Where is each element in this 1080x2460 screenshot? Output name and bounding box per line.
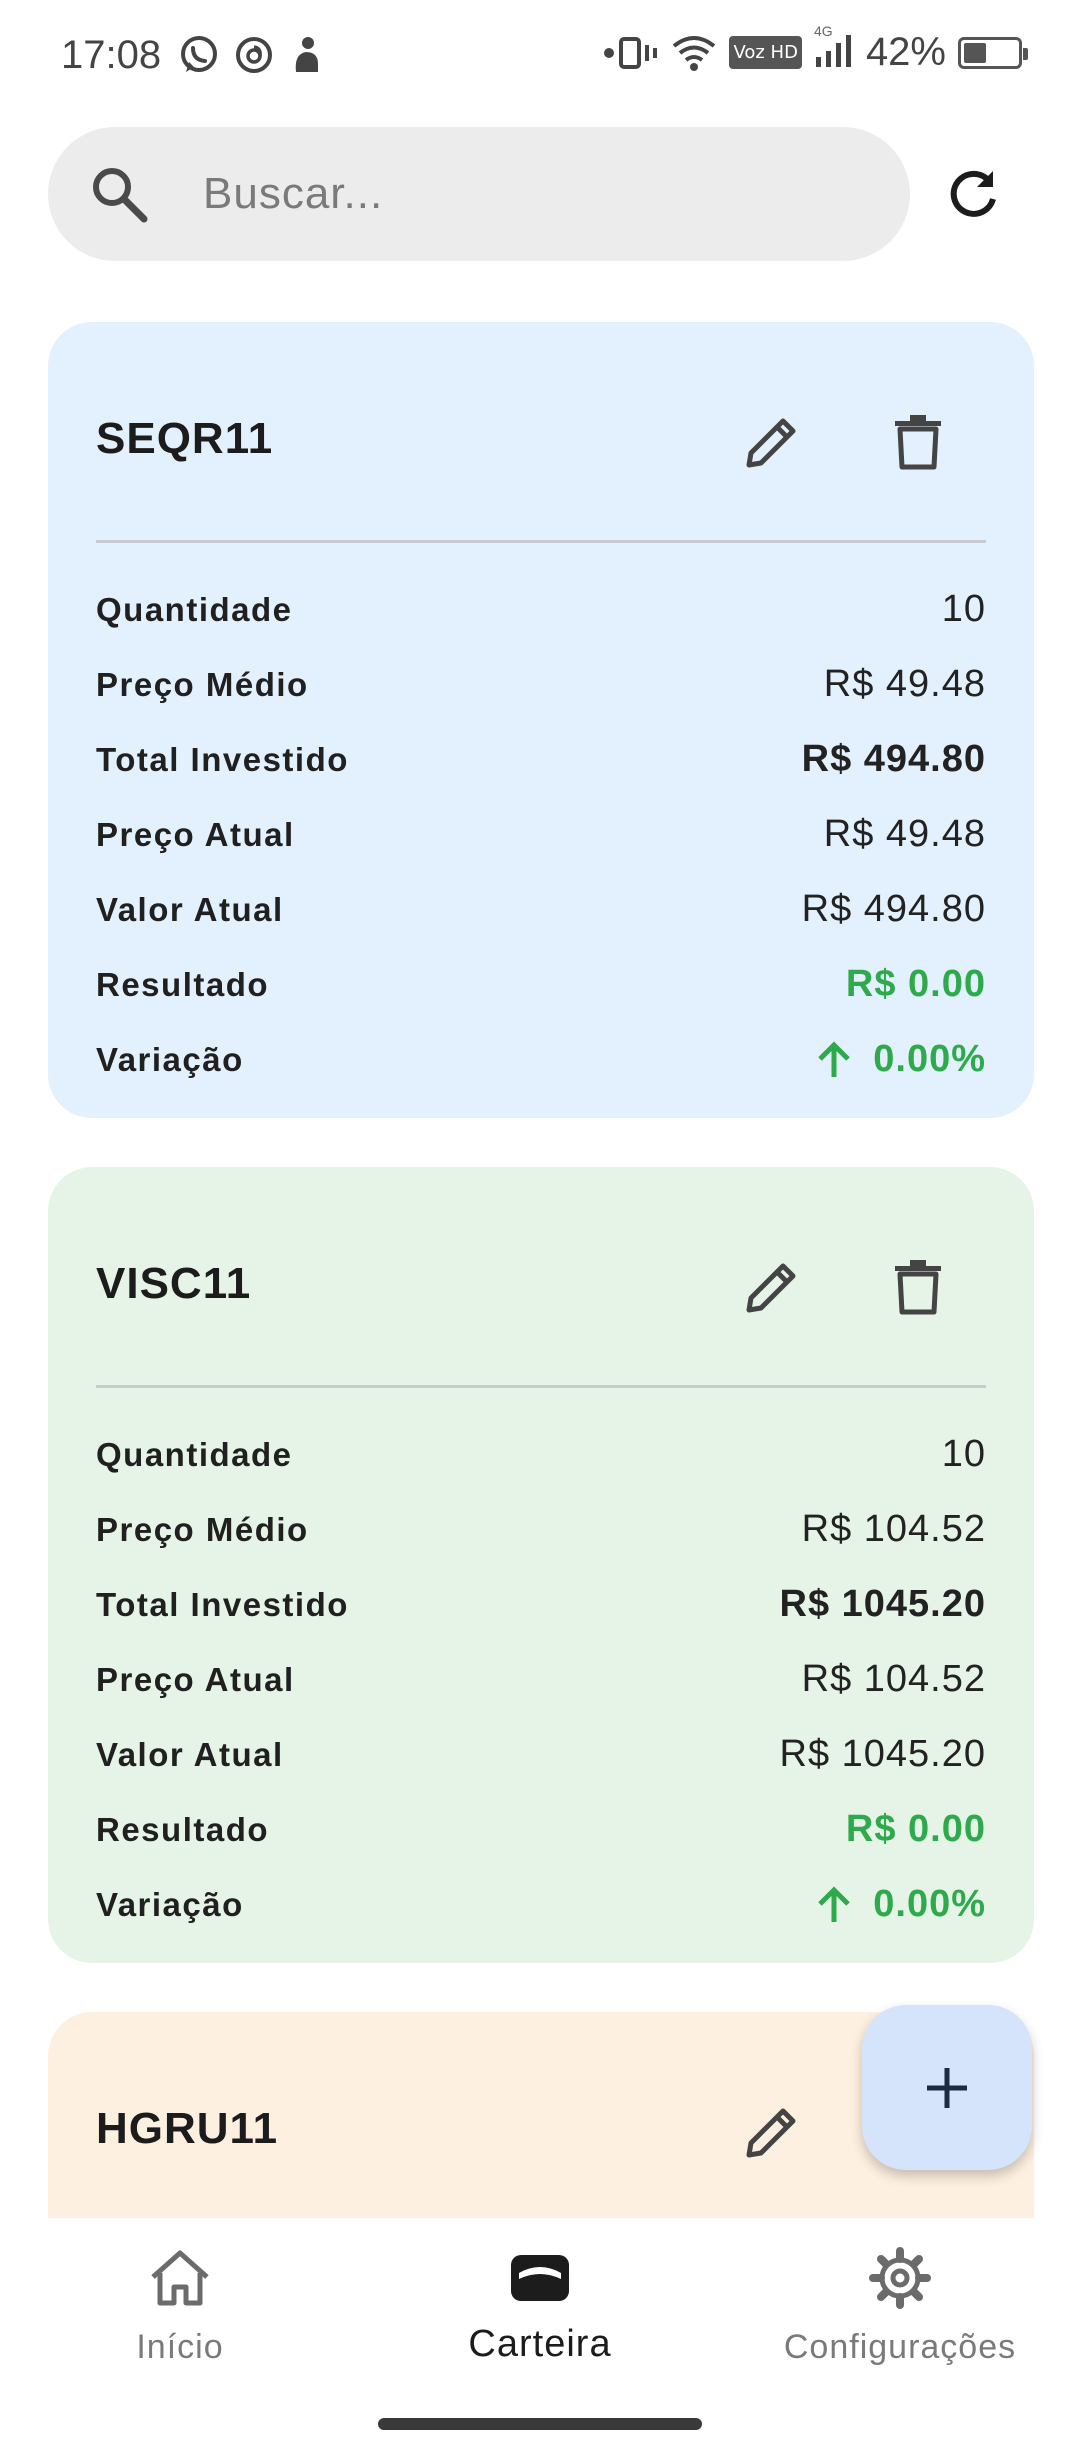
add-asset-button[interactable] [862, 2005, 1032, 2170]
wallet-icon [505, 2243, 575, 2313]
row-label: Quantidade [96, 590, 293, 628]
row-value: R$ 49.48 [823, 663, 986, 705]
row-value: 10 [941, 1433, 986, 1475]
row-label: Resultado [96, 1810, 270, 1848]
battery-percent: 42% [865, 30, 946, 74]
signal-icon: 4G [814, 23, 854, 74]
row-total-invested: Total Investido R$ 494.80 [96, 722, 986, 797]
row-label: Valor Atual [96, 890, 284, 928]
trash-icon [895, 415, 941, 470]
volte-badge: Voz HD [729, 36, 802, 69]
nav-item-carteira[interactable]: Carteira [360, 2218, 720, 2398]
row-value: R$ 1045.20 [779, 1583, 986, 1625]
plus-icon [927, 2067, 967, 2108]
row-result: Resultado R$ 0.00 [96, 1792, 986, 1867]
row-label: Preço Atual [96, 815, 295, 853]
row-result: Resultado R$ 0.00 [96, 947, 986, 1022]
row-current-value: Valor Atual R$ 494.80 [96, 872, 986, 947]
asset-details: Quantidade 10 Preço Médio R$ 49.48 Total I… [96, 572, 986, 1097]
card-divider [96, 540, 986, 543]
refresh-icon [950, 170, 996, 217]
row-current-price: Preço Atual R$ 104.52 [96, 1642, 986, 1717]
home-indicator[interactable] [378, 2418, 702, 2430]
edit-button[interactable] [732, 2092, 812, 2172]
arrow-up-icon [818, 1040, 851, 1077]
edit-button[interactable] [732, 402, 812, 482]
row-quantity: Quantidade 10 [96, 1417, 986, 1492]
row-variation: Variação 0.00% [96, 1867, 986, 1942]
row-value: R$ 494.80 [801, 888, 986, 930]
row-label: Valor Atual [96, 1735, 284, 1773]
row-label: Preço Atual [96, 1660, 295, 1698]
threads-icon [236, 37, 272, 73]
row-label: Quantidade [96, 1435, 293, 1473]
row-value: 0.00% [873, 1883, 986, 1925]
row-value: R$ 49.48 [823, 813, 986, 855]
battery-icon [958, 36, 1028, 69]
row-value: R$ 0.00 [845, 963, 986, 1005]
nav-label: Início [136, 2328, 224, 2366]
row-value: 0.00% [873, 1038, 986, 1080]
nav-item-configuracoes[interactable]: Configurações [720, 2218, 1080, 2398]
row-label: Resultado [96, 965, 270, 1003]
row-label: Variação [96, 1885, 244, 1923]
row-avg-price: Preço Médio R$ 49.48 [96, 647, 986, 722]
row-avg-price: Preço Médio R$ 104.52 [96, 1492, 986, 1567]
home-icon [145, 2243, 215, 2313]
nav-label: Configurações [783, 2328, 1017, 2366]
row-variation: Variação 0.00% [96, 1022, 986, 1097]
status-left-icons [178, 34, 324, 76]
pencil-icon [746, 2108, 796, 2158]
row-label: Preço Médio [96, 1510, 309, 1548]
row-value: R$ 494.80 [801, 738, 986, 780]
row-label: Total Investido [96, 740, 349, 778]
variation-value: 0.00% [817, 1883, 986, 1926]
row-value: 10 [941, 588, 986, 630]
wifi-icon [673, 35, 716, 71]
status-time: 17:08 [61, 33, 162, 77]
vibrate-icon [604, 36, 658, 69]
asset-card: SEQR11 Quantidade 10 Preço Médio R$ 49.48 … [48, 322, 1034, 1118]
card-divider [96, 1385, 986, 1388]
pencil-icon [746, 1263, 796, 1313]
row-value: R$ 1045.20 [779, 1733, 986, 1775]
status-bar: 17:08 Voz HD 4G 42% [0, 0, 1080, 110]
asset-details: Quantidade 10 Preço Médio R$ 104.52 Total … [96, 1417, 986, 1942]
asset-ticker: SEQR11 [96, 414, 274, 463]
row-value: R$ 104.52 [801, 1658, 986, 1700]
asset-ticker: VISC11 [96, 1259, 252, 1308]
refresh-button[interactable] [935, 157, 1011, 233]
gear-icon [865, 2243, 935, 2313]
row-current-price: Preço Atual R$ 49.48 [96, 797, 986, 872]
search-input[interactable] [203, 127, 863, 261]
row-total-invested: Total Investido R$ 1045.20 [96, 1567, 986, 1642]
delete-button[interactable] [878, 402, 958, 482]
trash-icon [895, 1260, 941, 1315]
nav-item-inicio[interactable]: Início [0, 2218, 360, 2398]
notification-app-icon [295, 37, 318, 72]
search-icon [93, 168, 148, 223]
row-label: Preço Médio [96, 665, 309, 703]
row-value: R$ 0.00 [845, 1808, 986, 1850]
status-right-icons: Voz HD 4G 42% [603, 23, 1028, 75]
asset-card: VISC11 Quantidade 10 Preço Médio R$ 104.52… [48, 1167, 1034, 1963]
pencil-icon [746, 418, 796, 468]
arrow-up-icon [818, 1885, 851, 1922]
row-label: Variação [96, 1040, 244, 1078]
whatsapp-icon [181, 36, 217, 72]
variation-value: 0.00% [817, 1038, 986, 1081]
delete-button[interactable] [878, 1247, 958, 1327]
row-value: R$ 104.52 [801, 1508, 986, 1550]
row-quantity: Quantidade 10 [96, 572, 986, 647]
row-label: Total Investido [96, 1585, 349, 1623]
row-current-value: Valor Atual R$ 1045.20 [96, 1717, 986, 1792]
network-type: 4G [813, 23, 833, 39]
search-bar[interactable] [48, 127, 910, 261]
asset-ticker: HGRU11 [96, 2104, 279, 2153]
edit-button[interactable] [732, 1247, 812, 1327]
nav-label: Carteira [468, 2323, 612, 2365]
